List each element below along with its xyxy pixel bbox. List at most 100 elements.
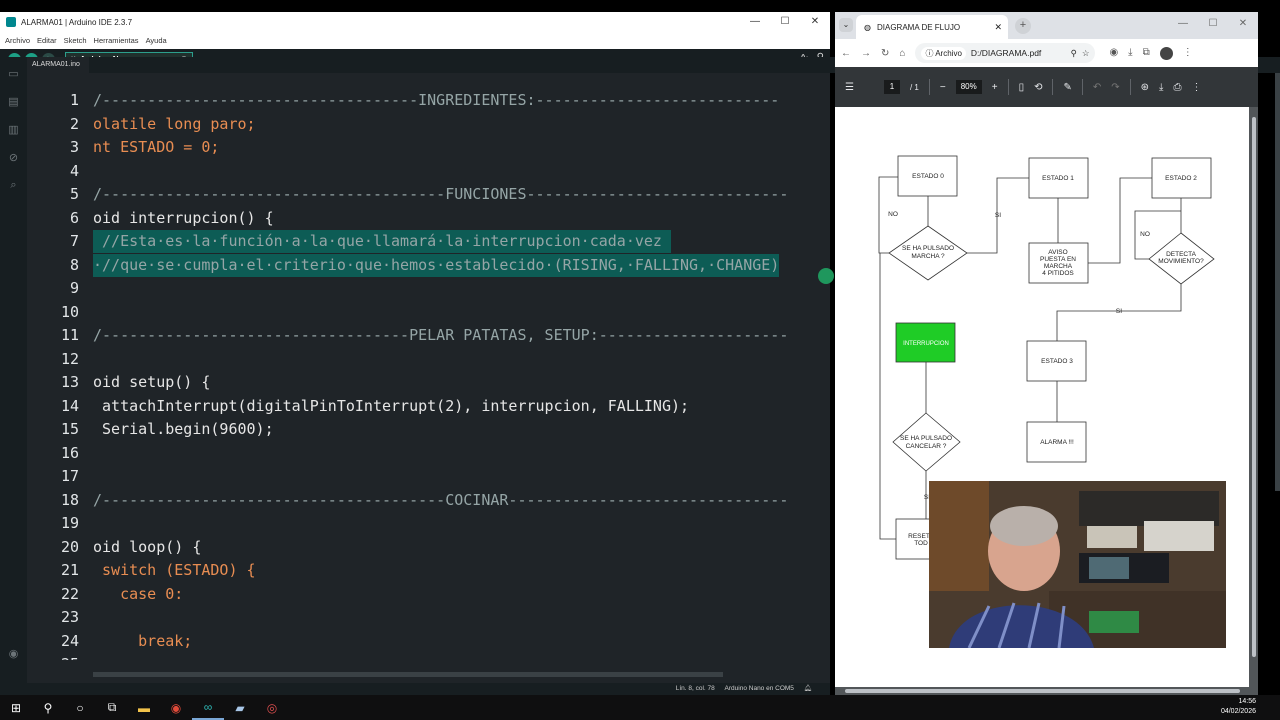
- code-line[interactable]: 15 Serial.begin(9600);: [27, 418, 830, 441]
- editor-horizontal-scrollbar[interactable]: [93, 672, 723, 677]
- menu-ayuda[interactable]: Ayuda: [146, 36, 167, 45]
- more-options-icon[interactable]: ⋮: [1191, 82, 1201, 93]
- debug-icon[interactable]: ⊘: [0, 151, 27, 169]
- zoom-icon[interactable]: ⚲: [1071, 48, 1077, 59]
- code-line[interactable]: 16: [27, 442, 830, 465]
- extensions-icon[interactable]: ⧉: [1143, 47, 1150, 60]
- code-line[interactable]: 5 /--------------------------------------…: [27, 183, 830, 206]
- code-line[interactable]: 1 /-----------------------------------ING…: [27, 89, 830, 112]
- info-icon: ⓘ: [925, 48, 936, 58]
- download-pdf-icon[interactable]: ⤓: [1159, 82, 1163, 93]
- profile-icon[interactable]: ◉: [0, 647, 27, 665]
- minimize-icon[interactable]: —: [1168, 12, 1198, 36]
- rotate-icon[interactable]: ⟲: [1034, 82, 1042, 93]
- code-line[interactable]: 19: [27, 512, 830, 535]
- windows-start-icon[interactable]: ⊞: [0, 695, 32, 720]
- code-line[interactable]: 24 break;: [27, 630, 830, 653]
- hamburger-menu-icon[interactable]: ☰: [845, 82, 854, 93]
- notes-app-icon[interactable]: ▰: [224, 695, 256, 720]
- download-icon[interactable]: ⤓: [1128, 47, 1132, 60]
- code-line[interactable]: 21 switch (ESTADO) {: [27, 559, 830, 582]
- menu-kebab-icon[interactable]: ⋮: [1183, 47, 1193, 60]
- new-tab-button[interactable]: +: [1015, 18, 1031, 34]
- tab-search-icon[interactable]: ⌄: [839, 18, 853, 32]
- file-explorer-icon[interactable]: ▬: [128, 695, 160, 720]
- pdf-vertical-scrollbar[interactable]: [1252, 117, 1256, 657]
- code-line[interactable]: 20 oid loop() {: [27, 536, 830, 559]
- avatar[interactable]: [1159, 46, 1173, 60]
- page-number-input[interactable]: 1: [883, 80, 900, 94]
- tab-sketch[interactable]: ALARMA01.ino: [27, 57, 89, 73]
- cortana-icon[interactable]: ○: [64, 695, 96, 720]
- aviso-line2: PUESTA EN: [1040, 256, 1076, 263]
- print-icon[interactable]: ⎙: [1173, 82, 1181, 93]
- search-icon[interactable]: ⌕: [0, 179, 27, 197]
- si-label: SI: [995, 212, 1001, 219]
- code-line[interactable]: 2 olatile long paro;: [27, 113, 830, 136]
- menu-archivo[interactable]: Archivo: [5, 36, 30, 45]
- menu-sketch[interactable]: Sketch: [64, 36, 87, 45]
- code-line[interactable]: 14 attachInterrupt(digitalPinToInterrupt…: [27, 395, 830, 418]
- bookmark-star-icon[interactable]: ☆: [1082, 48, 1090, 59]
- back-icon[interactable]: ←: [841, 48, 851, 59]
- tab-diagrama[interactable]: ◍ DIAGRAMA DE FLUJO ✕: [856, 15, 1008, 39]
- arduino-taskbar-icon[interactable]: ∞: [192, 695, 224, 720]
- zoom-level-input[interactable]: 80%: [955, 80, 982, 94]
- close-tab-icon[interactable]: ✕: [994, 22, 1002, 33]
- code-line[interactable]: 11 /----------------------------------PEL…: [27, 324, 830, 347]
- editor-vertical-scrollbar[interactable]: [1275, 73, 1280, 491]
- sketchbook-icon[interactable]: ▭: [0, 67, 27, 85]
- search-icon[interactable]: ⚲: [32, 695, 64, 720]
- ide-sidebar: ▭ ▤ ▥ ⊘ ⌕ ◉: [0, 57, 27, 683]
- menu-editar[interactable]: Editar: [37, 36, 57, 45]
- code-line[interactable]: 18 /-------------------------------------…: [27, 489, 830, 512]
- code-line[interactable]: 22 case 0:: [27, 583, 830, 606]
- system-clock[interactable]: 14:56 04/02/2026: [1221, 697, 1256, 717]
- record-icon[interactable]: ◉: [1109, 47, 1118, 60]
- annotate-icon[interactable]: ✎: [1063, 82, 1071, 93]
- address-bar[interactable]: ⓘ Archivo D:/DIAGRAMA.pdf ⚲ ☆: [915, 43, 1096, 63]
- zoom-in-icon[interactable]: +: [992, 82, 998, 93]
- forward-icon[interactable]: →: [861, 48, 871, 59]
- estado0-label: ESTADO 0: [912, 173, 944, 180]
- line-number: 13: [60, 373, 79, 391]
- code-line[interactable]: 7 //Esta·es·la·función·a·la·que·llamará·…: [27, 230, 830, 253]
- code-line[interactable]: 6 oid interrupcion() {: [27, 207, 830, 230]
- boards-manager-icon[interactable]: ▤: [0, 95, 27, 113]
- screen-recorder-icon[interactable]: ◎: [256, 695, 288, 720]
- line-number: 16: [60, 443, 79, 462]
- code-line[interactable]: 3 nt ESTADO = 0;: [27, 136, 830, 159]
- cancelar-line2: CANCELAR ?: [906, 443, 947, 450]
- save-annotations-icon[interactable]: ⊛: [1141, 82, 1149, 93]
- code-line[interactable]: 10: [27, 301, 830, 324]
- code-editor[interactable]: 1 /-----------------------------------ING…: [27, 73, 830, 660]
- maximize-icon[interactable]: ☐: [1198, 12, 1228, 36]
- divider: [928, 79, 930, 95]
- notification-bell-icon[interactable]: 🔔︎: [804, 685, 812, 692]
- fit-page-icon[interactable]: ▯: [1019, 82, 1025, 93]
- code-line[interactable]: 12: [27, 348, 830, 371]
- maximize-icon[interactable]: ☐: [770, 12, 800, 32]
- code-line[interactable]: 17: [27, 465, 830, 488]
- code-line[interactable]: 4: [27, 160, 830, 183]
- pdf-horizontal-scrollbar[interactable]: [845, 689, 1240, 693]
- reload-icon[interactable]: ↻: [881, 48, 889, 59]
- close-icon[interactable]: ✕: [1228, 12, 1258, 36]
- code-line[interactable]: 13 oid setup() {: [27, 371, 830, 394]
- code-line[interactable]: 25: [27, 653, 830, 660]
- code-line[interactable]: 9: [27, 277, 830, 300]
- menu-herramientas[interactable]: Herramientas: [94, 36, 139, 45]
- undo-icon[interactable]: ↶: [1093, 82, 1101, 93]
- minimize-icon[interactable]: —: [740, 12, 770, 32]
- file-chip[interactable]: ⓘ Archivo: [921, 46, 966, 60]
- code-line[interactable]: 8 ·//que·se·cumpla·el·criterio·que·hemos·…: [27, 253, 830, 277]
- code-line[interactable]: 23: [27, 606, 830, 629]
- chrome-icon[interactable]: ◉: [160, 695, 192, 720]
- close-icon[interactable]: ✕: [800, 12, 830, 32]
- task-view-icon[interactable]: ⧉: [96, 695, 128, 720]
- library-manager-icon[interactable]: ▥: [0, 123, 27, 141]
- chrome-tabstrip: ⌄ ◍ DIAGRAMA DE FLUJO ✕ + — ☐ ✕: [835, 12, 1258, 39]
- home-icon[interactable]: ⌂: [899, 48, 905, 59]
- redo-icon[interactable]: ↷: [1111, 82, 1119, 93]
- zoom-out-icon[interactable]: −: [940, 82, 946, 93]
